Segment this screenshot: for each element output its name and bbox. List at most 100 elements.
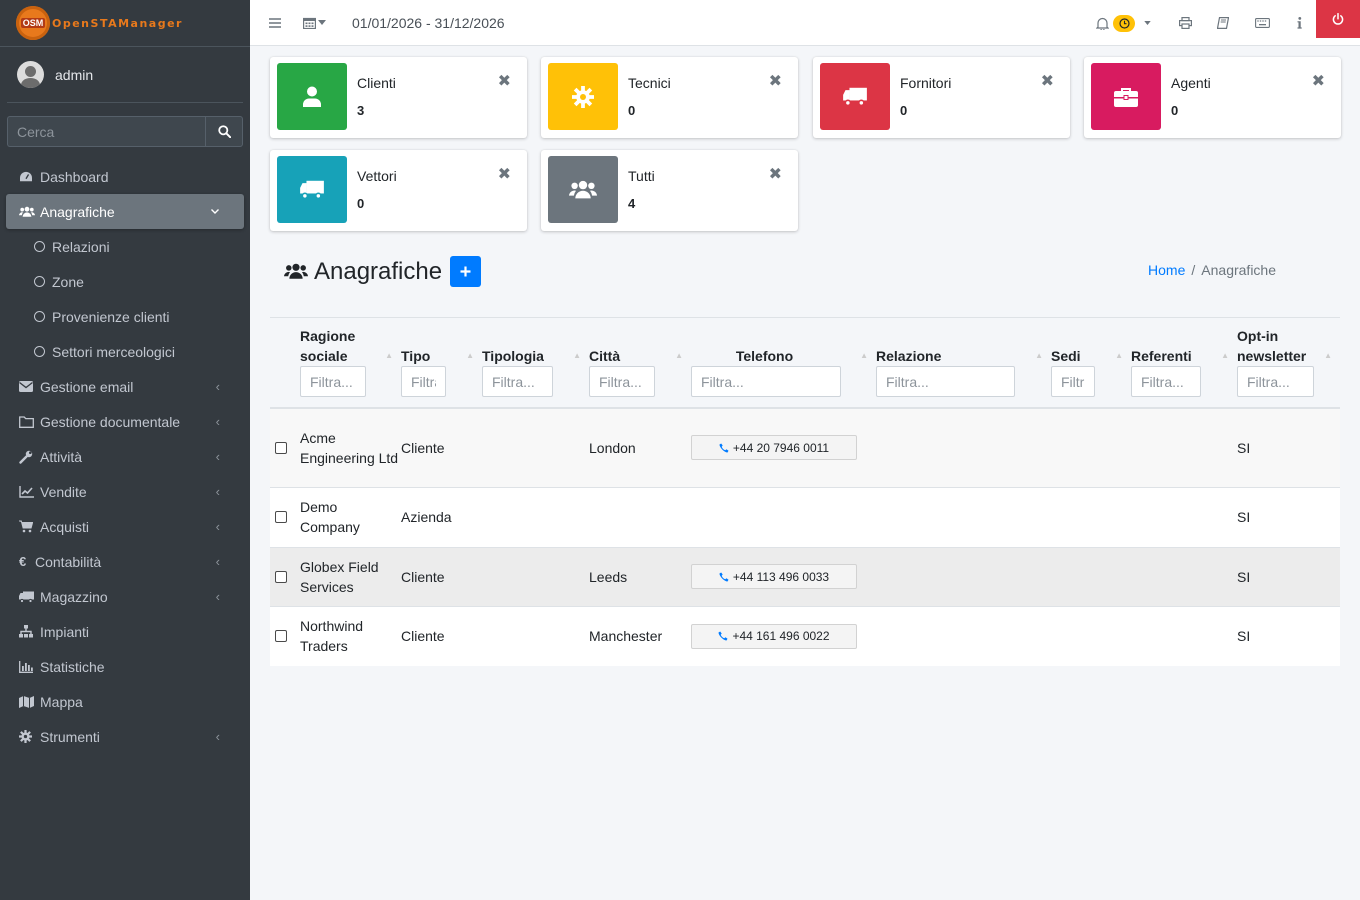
filter-relazione[interactable] <box>876 366 1015 397</box>
row-checkbox[interactable] <box>275 441 287 454</box>
close-icon[interactable]: ✖ <box>498 167 511 183</box>
filter-telefono[interactable] <box>691 366 841 397</box>
filter-citta[interactable] <box>589 366 655 397</box>
info-box-agenti[interactable]: Agenti 0 ✖ <box>1084 57 1341 138</box>
sidebar-item-statistiche[interactable]: Statistiche <box>0 649 250 684</box>
calendar-dropdown[interactable] <box>303 17 326 29</box>
add-button[interactable] <box>450 256 482 287</box>
breadcrumb-home[interactable]: Home <box>1148 262 1185 278</box>
close-icon[interactable]: ✖ <box>769 167 782 183</box>
sidebar-search <box>7 116 243 147</box>
phone-button[interactable]: +44 113 496 0033 <box>691 564 857 589</box>
column-relazione[interactable]: Relazione ▲ <box>876 318 1051 409</box>
sidebar-item-attivita[interactable]: Attività ‹ <box>0 439 250 474</box>
print-icon <box>1179 17 1192 29</box>
info-box-fornitori[interactable]: Fornitori 0 ✖ <box>813 57 1070 138</box>
sidebar-item-dashboard[interactable]: Dashboard <box>0 159 250 194</box>
user-name: admin <box>55 66 94 83</box>
sidebar-search-button[interactable] <box>205 116 243 147</box>
column-ragione-sociale[interactable]: Ragione sociale ▲ <box>300 318 401 409</box>
cog-icon <box>19 730 35 744</box>
phone-button[interactable]: +44 20 7946 0011 <box>691 435 857 461</box>
filter-tipo[interactable] <box>401 366 446 397</box>
circle-icon <box>34 241 45 252</box>
sidebar-item-acquisti[interactable]: Acquisti ‹ <box>0 509 250 544</box>
sidebar-item-relazioni[interactable]: Relazioni <box>0 229 250 264</box>
row-checkbox[interactable] <box>275 511 287 523</box>
sidebar-item-vendite[interactable]: Vendite ‹ <box>0 474 250 509</box>
sidebar-item-strumenti[interactable]: Strumenti ‹ <box>0 719 250 754</box>
sidebar-item-anagrafiche[interactable]: Anagrafiche <box>6 194 244 229</box>
anagrafiche-table: Ragione sociale ▲ Tipo ▲ Tipologia ▲ Cit… <box>270 317 1340 666</box>
sidebar-item-gestione-email[interactable]: Gestione email ‹ <box>0 369 250 404</box>
user-panel[interactable]: admin <box>7 47 243 103</box>
logout-button[interactable] <box>1316 0 1360 38</box>
column-referenti[interactable]: Referenti ▲ <box>1131 318 1237 409</box>
info-box-vettori[interactable]: Vettori 0 ✖ <box>270 150 527 231</box>
info-box-tecnici[interactable]: Tecnici 0 ✖ <box>541 57 798 138</box>
filter-tipologia[interactable] <box>482 366 553 397</box>
sort-icon: ▲ <box>466 351 474 360</box>
column-tipo[interactable]: Tipo ▲ <box>401 318 482 409</box>
calendar-icon <box>303 17 316 29</box>
table-row[interactable]: Acme Engineering Ltd Cliente London +44 … <box>270 407 1340 487</box>
keyboard-icon <box>1255 18 1270 28</box>
truck-icon <box>277 156 347 223</box>
close-icon[interactable]: ✖ <box>1041 74 1054 90</box>
keyboard-button[interactable] <box>1255 18 1270 28</box>
chart-line-icon <box>19 485 35 499</box>
chevron-left-icon: ‹ <box>215 414 220 429</box>
phone-button[interactable]: +44 161 496 0022 <box>691 623 857 649</box>
filter-referenti[interactable] <box>1131 366 1201 397</box>
info-box-tutti[interactable]: Tutti 4 ✖ <box>541 150 798 231</box>
filter-sedi[interactable] <box>1051 366 1095 397</box>
filter-ragione-sociale[interactable] <box>300 366 366 397</box>
cart-icon <box>19 520 35 534</box>
column-telefono[interactable]: Telefono ▲ <box>691 318 876 409</box>
breadcrumb-current: Anagrafiche <box>1201 262 1276 278</box>
column-tipologia[interactable]: Tipologia ▲ <box>482 318 589 409</box>
sidebar-item-gestione-documentale[interactable]: Gestione documentale ‹ <box>0 404 250 439</box>
info-button[interactable] <box>1297 17 1302 29</box>
circle-icon <box>34 311 45 322</box>
filter-optin-newsletter[interactable] <box>1237 366 1314 397</box>
sidebar-item-impianti[interactable]: Impianti <box>0 614 250 649</box>
info-box-clienti[interactable]: Clienti 3 ✖ <box>270 57 527 138</box>
brand-link[interactable]: OSM OpenSTAManager <box>0 0 250 47</box>
table-row[interactable]: Globex Field Services Cliente Leeds +44 … <box>270 546 1340 606</box>
row-checkbox[interactable] <box>275 570 287 583</box>
column-citta[interactable]: Città ▲ <box>589 318 691 409</box>
close-icon[interactable]: ✖ <box>498 74 511 90</box>
column-optin-newsletter[interactable]: Opt-in newsletter ▲ <box>1237 318 1340 409</box>
sidebar-item-settori-merceologici[interactable]: Settori merceologici <box>0 334 250 369</box>
notifications-dropdown[interactable] <box>1096 14 1151 32</box>
clock-icon <box>1118 17 1130 29</box>
sidebar-search-input[interactable] <box>7 116 205 147</box>
search-icon <box>217 125 231 138</box>
euro-icon: € <box>19 554 27 569</box>
table-row[interactable]: Demo Company Azienda SI <box>270 486 1340 547</box>
sidebar-item-mappa[interactable]: Mappa <box>0 684 250 719</box>
chevron-left-icon: ‹ <box>215 554 220 569</box>
close-icon[interactable]: ✖ <box>1312 74 1325 90</box>
book-button[interactable] <box>1217 17 1229 29</box>
truck-icon <box>820 63 890 130</box>
table-row[interactable]: Northwind Traders Cliente Manchester +44… <box>270 605 1340 666</box>
users-icon <box>284 263 308 279</box>
sidebar-item-provenienze-clienti[interactable]: Provenienze clienti <box>0 299 250 334</box>
phone-icon <box>719 572 729 581</box>
sidebar-item-magazzino[interactable]: Magazzino ‹ <box>0 579 250 614</box>
hamburger-menu-icon[interactable] <box>269 15 281 31</box>
print-button[interactable] <box>1179 17 1192 29</box>
column-sedi[interactable]: Sedi ▲ <box>1051 318 1131 409</box>
circle-icon <box>34 346 45 357</box>
row-checkbox[interactable] <box>275 630 287 643</box>
sidebar-item-zone[interactable]: Zone <box>0 264 250 299</box>
sort-icon: ▲ <box>860 351 868 360</box>
close-icon[interactable]: ✖ <box>769 74 782 90</box>
topbar-right <box>1096 0 1360 46</box>
sort-icon: ▲ <box>573 351 581 360</box>
phone-icon <box>718 631 728 641</box>
date-range[interactable]: 01/01/2026 - 31/12/2026 <box>352 15 505 31</box>
sidebar-item-contabilita[interactable]: € Contabilità ‹ <box>0 544 250 579</box>
